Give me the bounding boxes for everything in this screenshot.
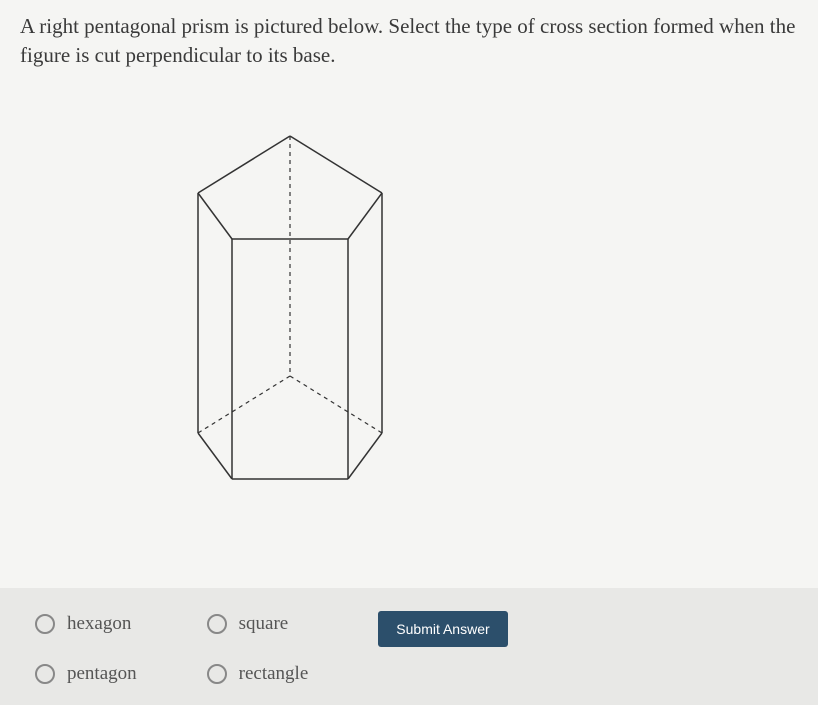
option-label: rectangle [239,663,309,685]
option-label: pentagon [67,663,137,685]
radio-icon [207,664,227,684]
answer-area: hexagon square pentagon rectangle Submit… [0,588,818,705]
radio-icon [35,614,55,634]
figure-container [20,121,798,501]
radio-icon [35,664,55,684]
option-label: square [239,613,289,635]
question-text: A right pentagonal prism is pictured bel… [20,12,798,71]
option-hexagon[interactable]: hexagon [35,613,137,635]
option-pentagon[interactable]: pentagon [35,663,137,685]
option-square[interactable]: square [207,613,309,635]
pentagonal-prism-figure [150,121,430,501]
submit-answer-button[interactable]: Submit Answer [378,611,507,647]
radio-icon [207,614,227,634]
option-label: hexagon [67,613,131,635]
options-grid: hexagon square pentagon rectangle [35,613,308,685]
option-rectangle[interactable]: rectangle [207,663,309,685]
